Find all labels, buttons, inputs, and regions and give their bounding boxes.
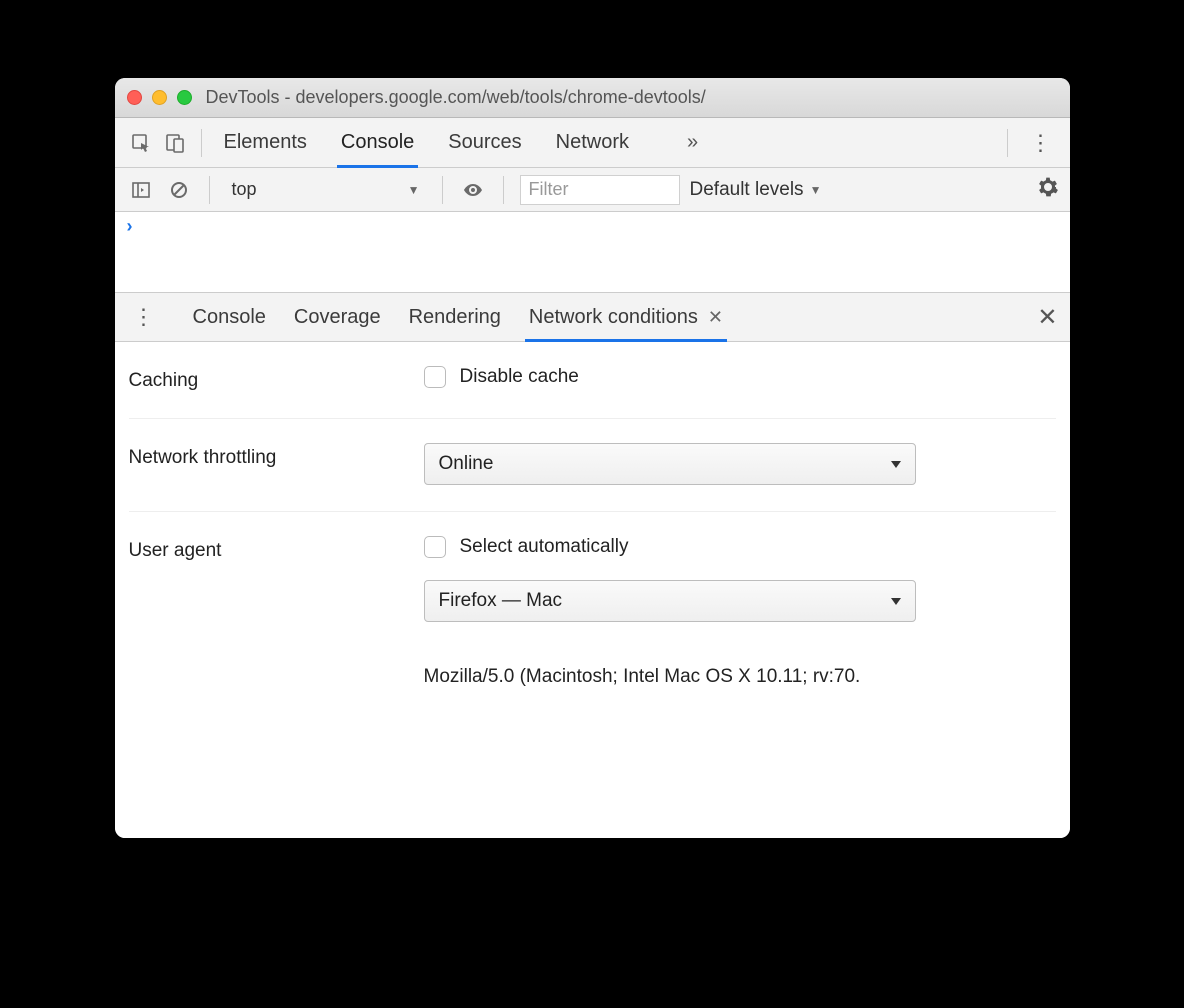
dropdown-caret-icon: ▼ [408, 183, 420, 197]
console-toolbar: top ▼ Default levels ▼ [115, 168, 1070, 212]
clear-console-icon[interactable] [165, 176, 193, 204]
drawer-tabs: ⋮ Console Coverage Rendering Network con… [115, 292, 1070, 342]
console-prompt-icon: › [127, 216, 133, 236]
window-maximize-button[interactable] [177, 90, 192, 105]
toolbar-right: ⋮ [1001, 129, 1058, 157]
window-minimize-button[interactable] [152, 90, 167, 105]
window-title: DevTools - developers.google.com/web/too… [206, 87, 706, 108]
console-settings-icon[interactable] [1038, 177, 1058, 203]
drawer-close-icon[interactable]: ✕ [1037, 303, 1057, 332]
caching-label: Caching [129, 366, 424, 392]
user-agent-row: User agent Select automatically Firefox … [129, 512, 1056, 714]
main-toolbar: Elements Console Sources Network » ⋮ [115, 118, 1070, 168]
devtools-window: DevTools - developers.google.com/web/too… [115, 78, 1070, 838]
device-toggle-icon[interactable] [161, 129, 189, 157]
window-close-button[interactable] [127, 90, 142, 105]
caching-row: Caching Disable cache [129, 342, 1056, 419]
titlebar: DevTools - developers.google.com/web/too… [115, 78, 1070, 118]
tab-elements[interactable]: Elements [224, 118, 307, 167]
live-expression-icon[interactable] [459, 176, 487, 204]
user-agent-string: Mozilla/5.0 (Macintosh; Intel Mac OS X 1… [424, 666, 1056, 688]
user-agent-value: Firefox — Mac [439, 590, 563, 612]
drawer-tab-coverage[interactable]: Coverage [294, 293, 381, 341]
context-selector[interactable]: top ▼ [226, 175, 426, 205]
log-levels-selector[interactable]: Default levels ▼ [690, 179, 822, 201]
divider [1007, 129, 1008, 157]
drawer-tab-console[interactable]: Console [193, 293, 266, 341]
dropdown-caret-icon [891, 598, 901, 605]
ua-auto-label: Select automatically [460, 536, 629, 558]
divider [201, 129, 202, 157]
tab-console[interactable]: Console [341, 118, 414, 167]
tabs-overflow-icon[interactable]: » [687, 131, 698, 154]
throttling-row: Network throttling Online [129, 419, 1056, 512]
divider [503, 176, 504, 204]
network-conditions-panel: Caching Disable cache Network throttling… [115, 342, 1070, 838]
ua-auto-checkbox[interactable] [424, 536, 446, 558]
traffic-lights [127, 90, 192, 105]
dropdown-caret-icon: ▼ [810, 183, 822, 197]
dropdown-caret-icon [891, 461, 901, 468]
throttling-value: Online [439, 453, 494, 475]
user-agent-label: User agent [129, 536, 424, 562]
tab-network[interactable]: Network [556, 118, 629, 167]
drawer-more-icon[interactable]: ⋮ [127, 304, 161, 330]
main-tabs: Elements Console Sources Network » [224, 118, 699, 167]
tab-sources[interactable]: Sources [448, 118, 521, 167]
drawer-tab-rendering[interactable]: Rendering [409, 293, 501, 341]
user-agent-select[interactable]: Firefox — Mac [424, 580, 916, 622]
console-sidebar-toggle-icon[interactable] [127, 176, 155, 204]
filter-input[interactable] [520, 175, 680, 205]
context-selector-value: top [232, 179, 257, 200]
throttling-label: Network throttling [129, 443, 424, 469]
disable-cache-checkbox[interactable] [424, 366, 446, 388]
throttling-select[interactable]: Online [424, 443, 916, 485]
drawer-tab-network-conditions[interactable]: Network conditions ✕ [529, 293, 723, 341]
drawer-tab-label: Network conditions [529, 306, 698, 329]
close-tab-icon[interactable]: ✕ [708, 307, 723, 328]
log-levels-label: Default levels [690, 179, 804, 201]
more-options-icon[interactable]: ⋮ [1024, 130, 1058, 156]
console-prompt-area[interactable]: › [115, 212, 1070, 292]
inspect-element-icon[interactable] [127, 129, 155, 157]
divider [442, 176, 443, 204]
disable-cache-label: Disable cache [460, 366, 579, 388]
divider [209, 176, 210, 204]
